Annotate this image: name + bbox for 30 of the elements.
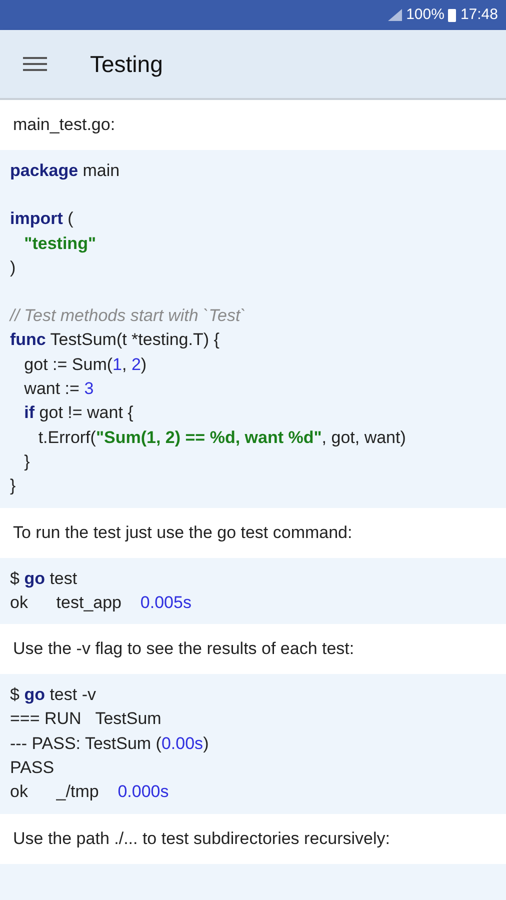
menu-icon <box>23 56 47 72</box>
code-line: package main <box>10 160 120 182</box>
page-title: Testing <box>90 50 163 79</box>
code-line: t.Errorf("Sum(1, 2) == %d, want %d", got, want) <box>37 426 406 449</box>
signal-icon <box>388 9 402 21</box>
code-line: ok test_app 0.005s <box>10 592 192 614</box>
code-line: ok _/tmp 0.000s <box>10 781 169 804</box>
code-line: } <box>23 450 30 473</box>
code-line: $ go test -v <box>10 684 96 706</box>
battery-text: 100% <box>406 4 444 25</box>
description-text: main_test.go: <box>13 114 116 136</box>
code-line: --- PASS: TestSum (0.00s) <box>10 732 209 755</box>
code-line: // Test methods start with `Test` <box>10 305 246 328</box>
code-line: import ( <box>10 208 74 230</box>
menu-button[interactable] <box>22 54 48 74</box>
code-line: if got != want { <box>23 402 134 424</box>
code-line: got := Sum(1, 2) <box>23 354 147 376</box>
battery-icon <box>448 8 456 22</box>
code-line: func TestSum(t *testing.T) { <box>10 329 220 352</box>
code-line: "testing" <box>23 232 96 255</box>
description-text: Use the path ./... to test subdirectories recursively: <box>13 828 390 850</box>
code-line: === RUN TestSum <box>10 708 162 730</box>
description-text: Use the -v flag to see the results of each test: <box>13 638 354 660</box>
description-text: To run the test just use the go test command: <box>13 522 352 544</box>
code-line: } <box>10 475 16 498</box>
code-line: PASS <box>10 757 54 780</box>
clock-text: 17:48 <box>460 4 498 25</box>
code-line: ) <box>10 256 16 279</box>
code-line: $ go test <box>10 568 78 590</box>
code-line: want := 3 <box>23 378 94 400</box>
